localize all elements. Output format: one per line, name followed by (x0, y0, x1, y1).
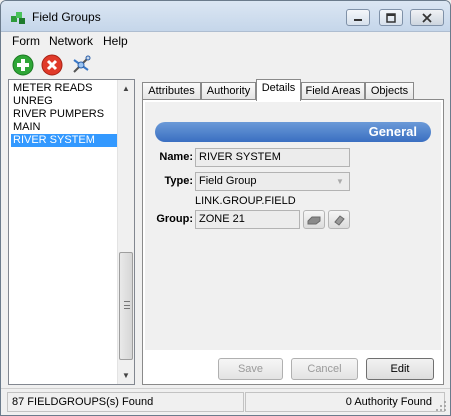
scroll-thumb[interactable] (119, 252, 133, 360)
grip-icon (124, 301, 130, 309)
maximize-button[interactable] (379, 9, 403, 26)
close-button[interactable] (410, 9, 444, 26)
delete-icon (41, 54, 63, 76)
toolbar (1, 50, 450, 78)
tab-objects[interactable]: Objects (365, 82, 414, 100)
minimize-button[interactable] (346, 9, 370, 26)
details-content: General Name: RIVER SYSTEM Type: Field G… (145, 102, 441, 350)
name-label: Name: (159, 151, 193, 163)
tab-attributes[interactable]: Attributes (142, 82, 201, 100)
details-panel: General Name: RIVER SYSTEM Type: Field G… (142, 99, 444, 385)
eraser-icon (334, 214, 345, 226)
resize-grip-icon[interactable] (435, 400, 447, 412)
delete-button[interactable] (40, 53, 64, 77)
add-button[interactable] (11, 53, 35, 77)
tab-details[interactable]: Details (256, 79, 301, 101)
list-item[interactable]: RIVER PUMPERS (11, 108, 118, 121)
type-hint: LINK.GROUP.FIELD (195, 195, 296, 207)
link-icon (307, 216, 321, 224)
menu-bar: Form Network Help (1, 32, 450, 50)
maximize-icon (386, 12, 396, 23)
add-icon (12, 54, 34, 76)
tab-field-areas[interactable]: Field Areas (301, 82, 365, 100)
status-bar: 87 FIELDGROUPS(s) Found 0 Authority Foun… (1, 388, 450, 415)
scroll-up-arrow-icon[interactable]: ▲ (118, 80, 134, 96)
network-icon (73, 55, 91, 73)
group-field[interactable]: ZONE 21 (195, 210, 300, 229)
save-button[interactable]: Save (218, 358, 283, 380)
list-item[interactable]: METER READS (11, 82, 118, 95)
tab-authority[interactable]: Authority (201, 82, 256, 100)
edit-button[interactable]: Edit (366, 358, 434, 380)
list-item[interactable]: UNREG (11, 95, 118, 108)
app-icon (10, 10, 26, 26)
list-scrollbar[interactable]: ▲ ▼ (117, 80, 134, 384)
section-header-general: General (155, 122, 431, 142)
field-groups-window: Field Groups Form Network Help METER REA… (0, 0, 451, 416)
menu-form[interactable]: Form (12, 34, 40, 48)
window-title: Field Groups (32, 10, 101, 24)
group-label: Group: (156, 213, 193, 225)
list-item[interactable]: MAIN (11, 121, 118, 134)
chevron-down-icon: ▼ (336, 177, 344, 186)
status-fieldgroups-count: 87 FIELDGROUPS(s) Found (7, 392, 244, 412)
title-bar[interactable]: Field Groups (1, 1, 450, 32)
field-group-list[interactable]: METER READS UNREG RIVER PUMPERS MAIN RIV… (8, 79, 135, 385)
type-label: Type: (164, 175, 193, 187)
select-group-button[interactable] (303, 210, 325, 229)
status-authority-count: 0 Authority Found (245, 392, 445, 412)
clear-group-button[interactable] (328, 210, 350, 229)
name-field[interactable]: RIVER SYSTEM (195, 148, 350, 167)
menu-network[interactable]: Network (49, 34, 93, 48)
network-tool-button[interactable] (69, 53, 93, 77)
type-value: Field Group (199, 175, 257, 187)
close-icon (422, 12, 432, 23)
scroll-down-arrow-icon[interactable]: ▼ (118, 367, 134, 383)
menu-help[interactable]: Help (103, 34, 128, 48)
minimize-icon (354, 18, 362, 21)
list-item-selected[interactable]: RIVER SYSTEM (11, 134, 118, 147)
type-dropdown[interactable]: Field Group ▼ (195, 172, 350, 191)
cancel-button[interactable]: Cancel (291, 358, 358, 380)
